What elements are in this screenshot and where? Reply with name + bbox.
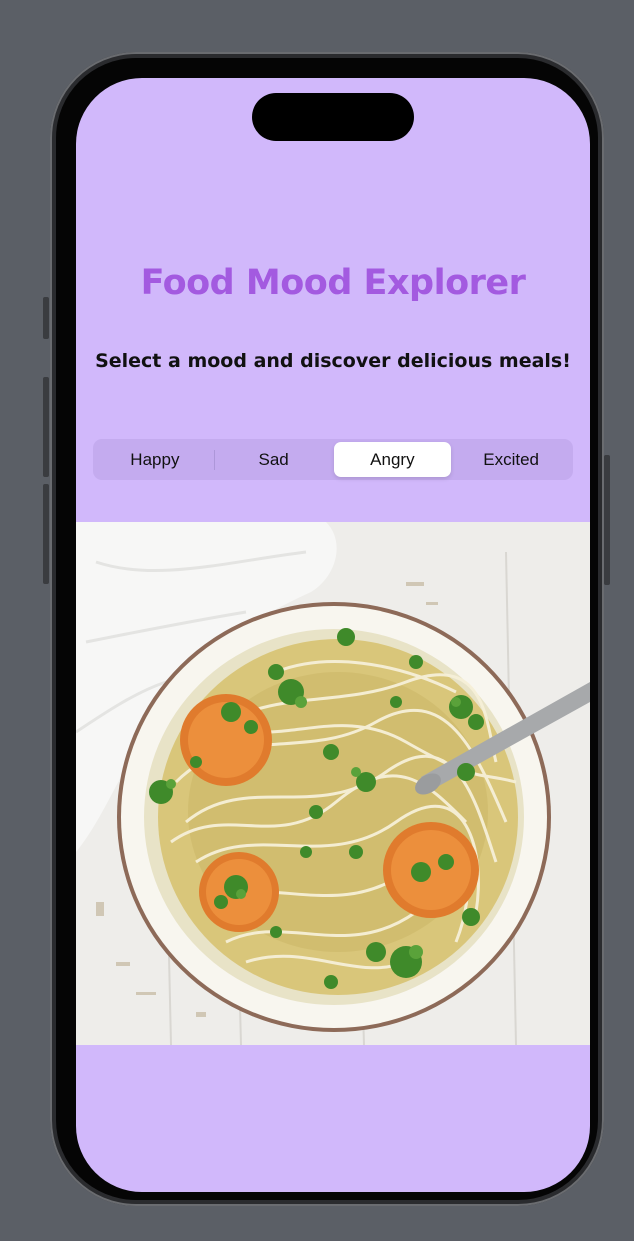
volume-up-button[interactable] [43, 377, 49, 477]
mood-picker[interactable]: Happy Sad Angry Excited [93, 439, 573, 480]
mood-option-excited[interactable]: Excited [452, 442, 570, 477]
meal-image [76, 522, 590, 1045]
app-subtitle: Select a mood and discover delicious mea… [95, 350, 571, 372]
app-screen: Food Mood Explorer Select a mood and dis… [76, 78, 590, 1192]
action-button[interactable] [43, 297, 49, 339]
mood-option-angry[interactable]: Angry [333, 442, 452, 477]
noodle-soup-image [76, 522, 590, 1045]
volume-down-button[interactable] [43, 484, 49, 584]
dynamic-island [252, 93, 414, 141]
phone-bezel: Food Mood Explorer Select a mood and dis… [56, 58, 598, 1200]
mood-option-sad[interactable]: Sad [215, 442, 333, 477]
power-button[interactable] [604, 455, 610, 585]
phone-frame: Food Mood Explorer Select a mood and dis… [50, 52, 604, 1206]
app-title: Food Mood Explorer [140, 263, 526, 303]
mood-option-happy[interactable]: Happy [96, 442, 214, 477]
